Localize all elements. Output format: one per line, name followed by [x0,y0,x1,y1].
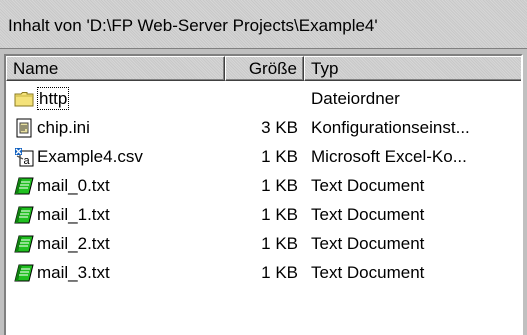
file-type: Text Document [311,234,425,253]
file-type: Text Document [311,205,425,224]
folder-icon [14,89,34,109]
text-document-icon [14,234,34,254]
file-size: 1 KB [261,205,298,224]
file-name: mail_3.txt [37,263,110,282]
file-row-example4-csv[interactable]: a Example4.csv 1 KB Microsoft Excel-Ko..… [6,142,521,171]
file-size: 1 KB [261,234,298,253]
file-type: Konfigurationseinst... [311,118,470,137]
window-title: Inhalt von 'D:\FP Web-Server Projects\Ex… [8,16,378,35]
title-bar: Inhalt von 'D:\FP Web-Server Projects\Ex… [0,0,527,49]
text-document-icon [14,205,34,225]
file-name: Example4.csv [37,147,143,166]
text-document-icon [14,263,34,283]
column-header-name[interactable]: Name [6,56,225,81]
file-list-view[interactable]: Name Größe Typ http Dateiordner chip.ini… [4,54,523,335]
file-type: Text Document [311,176,425,195]
file-name: mail_2.txt [37,234,110,253]
file-name: mail_0.txt [37,176,110,195]
file-size: 1 KB [261,263,298,282]
svg-text:a: a [23,155,30,167]
config-file-icon [14,118,34,138]
column-header-size[interactable]: Größe [225,56,304,81]
file-row-chip-ini[interactable]: chip.ini 3 KB Konfigurationseinst... [6,113,521,142]
file-size: 3 KB [261,118,298,137]
file-type: Dateiordner [311,89,400,108]
file-name: http [37,87,70,110]
column-header-type[interactable]: Typ [304,56,521,81]
excel-csv-icon: a [14,147,34,167]
text-document-icon [14,176,34,196]
file-row-mail-1[interactable]: mail_1.txt 1 KB Text Document [6,200,521,229]
file-type: Microsoft Excel-Ko... [311,147,467,166]
file-size: 1 KB [261,147,298,166]
file-row-mail-3[interactable]: mail_3.txt 1 KB Text Document [6,258,521,287]
column-header-row: Name Größe Typ [6,56,521,81]
file-rows: http Dateiordner chip.ini 3 KB Konfigura… [6,84,521,287]
file-name: mail_1.txt [37,205,110,224]
file-name: chip.ini [37,118,90,137]
file-type: Text Document [311,263,425,282]
file-row-mail-0[interactable]: mail_0.txt 1 KB Text Document [6,171,521,200]
file-row-http[interactable]: http Dateiordner [6,84,521,113]
file-row-mail-2[interactable]: mail_2.txt 1 KB Text Document [6,229,521,258]
file-size: 1 KB [261,176,298,195]
